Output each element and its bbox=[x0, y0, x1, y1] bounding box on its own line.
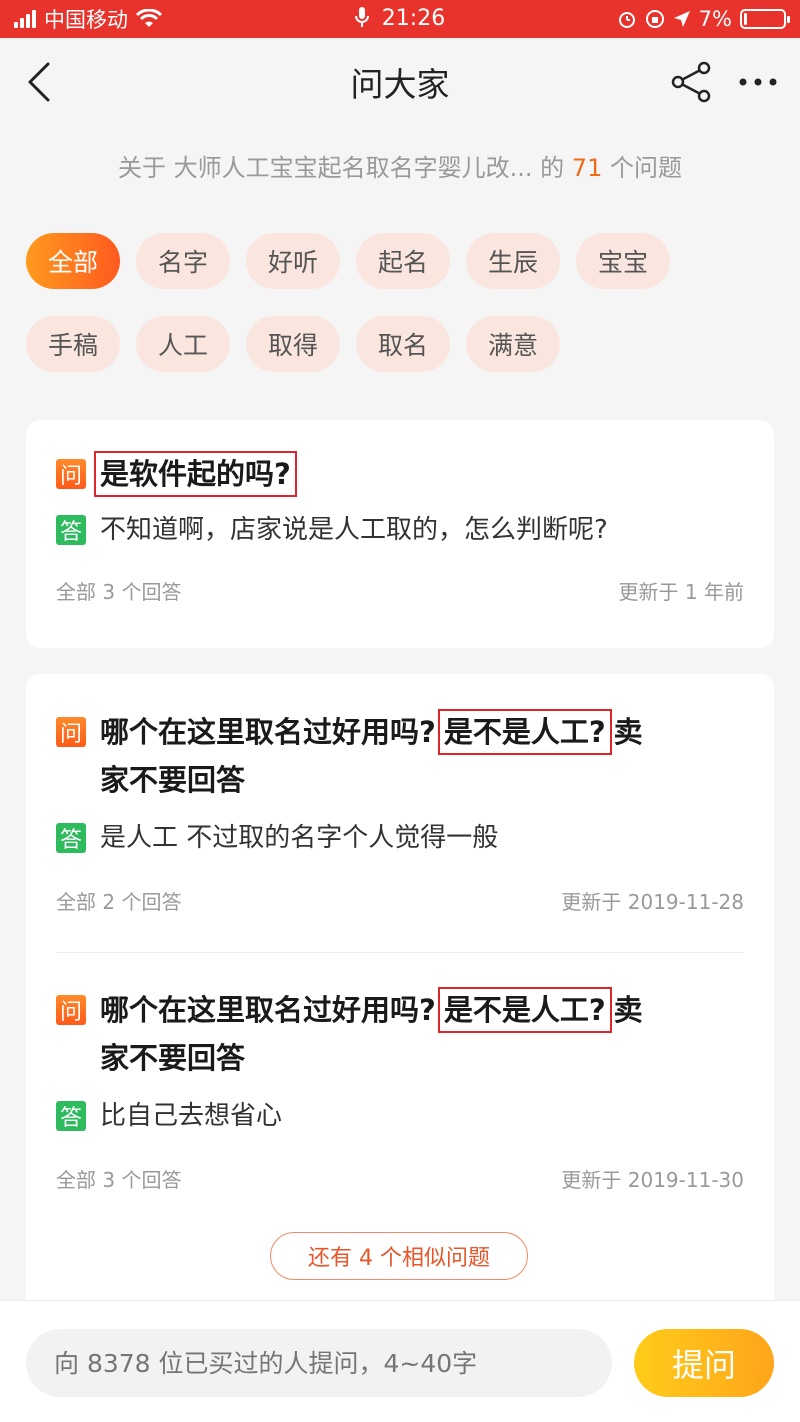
tag-row-2: 手稿 人工 取得 取名 满意 bbox=[26, 316, 786, 372]
question-item[interactable]: 问 是软件起的吗? 答 不知道啊，店家说是人工取的，怎么判断呢? 全部 3 个回… bbox=[56, 450, 744, 605]
tag-filter[interactable]: 宝宝 bbox=[576, 233, 670, 289]
highlighted-question: 是不是人工? bbox=[437, 987, 612, 1033]
ask-question-input[interactable] bbox=[26, 1329, 612, 1397]
status-time: 21:26 bbox=[381, 6, 446, 31]
question-badge: 问 bbox=[56, 459, 86, 489]
question-line: 问 哪个在这里取名过好用吗? 是不是人工? 卖家不要回答 bbox=[56, 708, 744, 804]
updated-time: 更新于 2019-11-28 bbox=[561, 890, 744, 914]
back-arrow-icon[interactable] bbox=[22, 60, 62, 104]
bottom-bar: 提问 bbox=[0, 1300, 800, 1422]
microphone-icon bbox=[354, 7, 369, 27]
answer-count: 全部 3 个回答 bbox=[56, 580, 182, 604]
answer-text: 不知道啊，店家说是人工取的，怎么判断呢? bbox=[100, 515, 608, 545]
product-name: 关于 大师人工宝宝起名取名字婴儿改... bbox=[118, 154, 533, 182]
share-icon[interactable] bbox=[670, 60, 714, 104]
status-bar: 中国移动 21:26 7% bbox=[0, 0, 800, 38]
tag-filter[interactable]: 好听 bbox=[246, 233, 340, 289]
page-title: 问大家 bbox=[350, 65, 450, 104]
answer-line: 答 是人工 不过取的名字个人觉得一般 bbox=[56, 814, 744, 862]
divider bbox=[56, 952, 744, 953]
answer-count: 全部 2 个回答 bbox=[56, 890, 182, 914]
battery-icon bbox=[740, 9, 790, 29]
question-count-subtitle: 关于 大师人工宝宝起名取名字婴儿改... 的 71 个问题 bbox=[0, 148, 800, 183]
tag-all[interactable]: 全部 bbox=[26, 233, 120, 289]
tag-filter[interactable]: 手稿 bbox=[26, 316, 120, 372]
answer-line: 答 不知道啊，店家说是人工取的，怎么判断呢? bbox=[56, 506, 744, 554]
tag-filter[interactable]: 取得 bbox=[246, 316, 340, 372]
tag-filter[interactable]: 满意 bbox=[466, 316, 560, 372]
question-text: 哪个在这里取名过好用吗? 是不是人工? 卖家不要回答 bbox=[100, 986, 643, 1082]
question-meta: 全部 2 个回答 更新于 2019-11-28 bbox=[56, 886, 744, 915]
question-meta: 全部 3 个回答 更新于 2019-11-30 bbox=[56, 1164, 744, 1193]
question-text-part: 家不要回答 bbox=[100, 1041, 246, 1075]
tag-row-1: 全部 名字 好听 起名 生辰 宝宝 bbox=[26, 233, 786, 289]
question-text: 哪个在这里取名过好用吗? 是不是人工? 卖家不要回答 bbox=[100, 708, 643, 804]
answer-text: 比自己去想省心 bbox=[100, 1101, 283, 1131]
tag-filter[interactable]: 起名 bbox=[356, 233, 450, 289]
highlighted-question: 是不是人工? bbox=[437, 709, 612, 755]
answer-badge: 答 bbox=[56, 515, 86, 545]
tag-filter[interactable]: 取名 bbox=[356, 316, 450, 372]
question-badge: 问 bbox=[56, 717, 86, 747]
question-text-part: 哪个在这里取名过好用吗? bbox=[100, 715, 436, 749]
answer-badge: 答 bbox=[56, 1101, 86, 1131]
tag-filter[interactable]: 名字 bbox=[136, 233, 230, 289]
ask-button[interactable]: 提问 bbox=[634, 1329, 774, 1397]
question-item[interactable]: 问 哪个在这里取名过好用吗? 是不是人工? 卖家不要回答 答 是人工 不过取的名字个… bbox=[56, 708, 744, 915]
question-meta: 全部 3 个回答 更新于 1 年前 bbox=[56, 576, 744, 605]
answer-line: 答 比自己去想省心 bbox=[56, 1092, 744, 1140]
tag-filter[interactable]: 人工 bbox=[136, 316, 230, 372]
question-count: 71 bbox=[571, 154, 603, 182]
tag-filter: 全部 名字 好听 起名 生辰 宝宝 手稿 人工 取得 取名 满意 bbox=[26, 233, 786, 399]
updated-time: 更新于 1 年前 bbox=[618, 580, 744, 604]
question-text-part: 卖 bbox=[613, 993, 643, 1027]
status-time-wrap: 21:26 bbox=[0, 6, 800, 31]
answer-count: 全部 3 个回答 bbox=[56, 1168, 182, 1192]
tag-filter[interactable]: 生辰 bbox=[466, 233, 560, 289]
more-similar-questions-button[interactable]: 还有 4 个相似问题 bbox=[270, 1232, 528, 1280]
battery-level bbox=[744, 13, 747, 25]
updated-time: 更新于 2019-11-30 bbox=[561, 1168, 744, 1192]
question-card: 问 哪个在这里取名过好用吗? 是不是人工? 卖家不要回答 答 是人工 不过取的名字个… bbox=[26, 674, 774, 1300]
subtitle-suffix: 个问题 bbox=[602, 154, 682, 182]
answer-text: 是人工 不过取的名字个人觉得一般 bbox=[100, 823, 499, 853]
more-icon[interactable] bbox=[736, 66, 780, 98]
question-line: 问 哪个在这里取名过好用吗? 是不是人工? 卖家不要回答 bbox=[56, 986, 744, 1082]
question-text-part: 哪个在这里取名过好用吗? bbox=[100, 993, 436, 1027]
question-badge: 问 bbox=[56, 995, 86, 1025]
question-line: 问 是软件起的吗? bbox=[56, 450, 744, 498]
question-text: 是软件起的吗? bbox=[94, 450, 297, 498]
highlighted-question: 是软件起的吗? bbox=[94, 451, 297, 497]
question-text-part: 家不要回答 bbox=[100, 763, 246, 797]
nav-bar: 问大家 bbox=[0, 38, 800, 126]
question-card[interactable]: 问 是软件起的吗? 答 不知道啊，店家说是人工取的，怎么判断呢? 全部 3 个回… bbox=[26, 420, 774, 648]
question-text-part: 卖 bbox=[613, 715, 643, 749]
subtitle-middle: 的 bbox=[532, 154, 572, 182]
question-item[interactable]: 问 哪个在这里取名过好用吗? 是不是人工? 卖家不要回答 答 比自己去想省心 全部 … bbox=[56, 986, 744, 1193]
answer-badge: 答 bbox=[56, 823, 86, 853]
